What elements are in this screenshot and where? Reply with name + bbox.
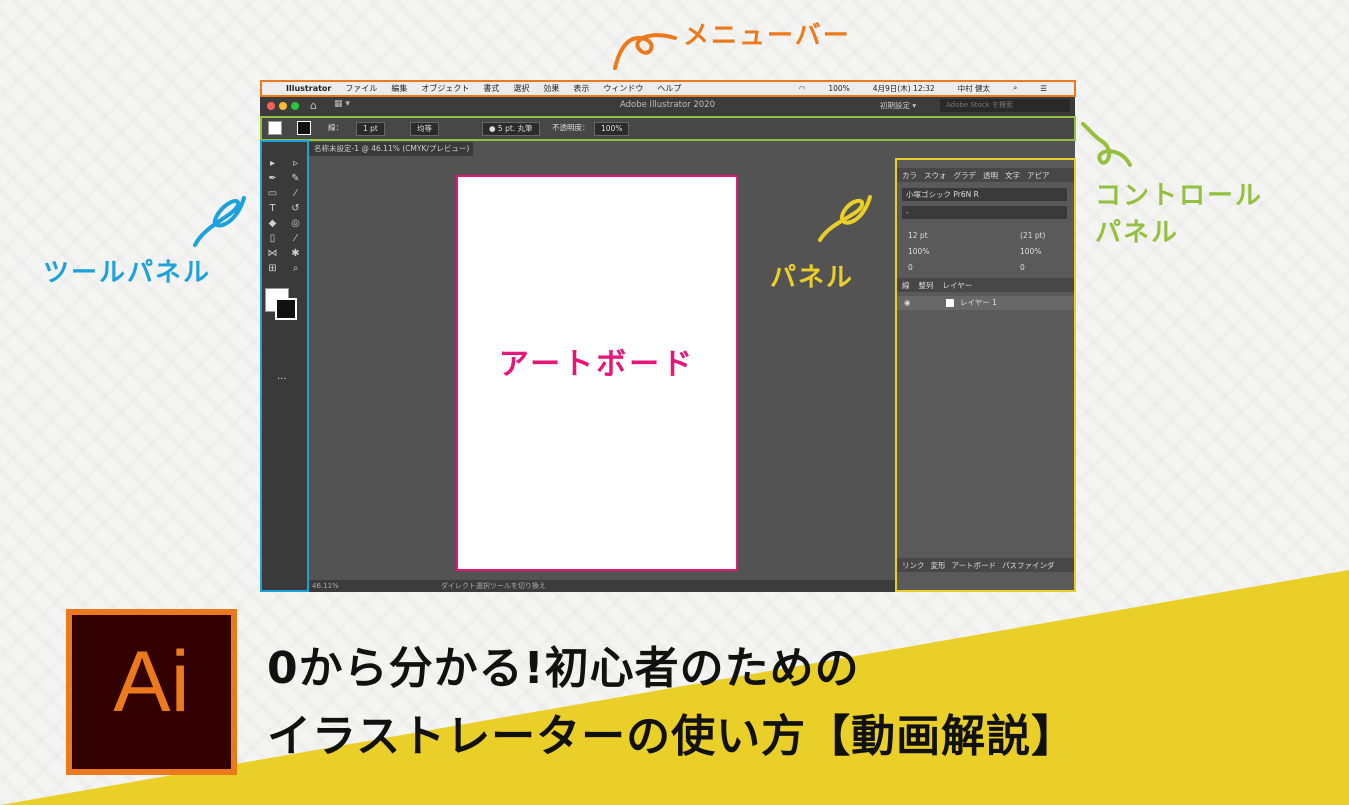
menu-item-type[interactable]: 書式	[483, 83, 499, 94]
status-bar: 46.11% ダイレクト選択ツールを切り換え	[308, 580, 896, 592]
artboard-tool-icon[interactable]: ⊞	[261, 261, 284, 276]
menu-bar: Illustrator ファイル 編集 オブジェクト 書式 選択 効果 表示 ウ…	[260, 80, 1075, 96]
line-style-select[interactable]: 均等	[410, 122, 439, 136]
rotate-tool-icon[interactable]: ↺	[284, 201, 307, 216]
horizontal-scale-field[interactable]: 100%	[1020, 246, 1041, 258]
selection-tool-icon[interactable]: ▸	[261, 156, 284, 171]
character-panel-tabs: カラ スウォ グラデ 透明 文字 アピア	[896, 168, 1074, 182]
shape-builder-tool-icon[interactable]: ◎	[284, 216, 307, 231]
panel-callout: パネル	[770, 263, 855, 293]
panels-dock: カラ スウォ グラデ 透明 文字 アピア 小塚ゴシック Pr6N R - 12 …	[896, 160, 1074, 592]
menu-item-file[interactable]: ファイル	[345, 83, 377, 94]
font-size-field[interactable]: 12 pt	[908, 230, 928, 242]
user-name[interactable]: 中村 健太	[958, 83, 990, 94]
headline-line2: イラストレーターの使い方【動画解説】	[267, 711, 1077, 762]
menu-item-object[interactable]: オブジェクト	[421, 83, 469, 94]
layers-panel-tabs: 線 整列 レイヤー	[896, 278, 1074, 292]
menu-app-name[interactable]: Illustrator	[286, 84, 331, 93]
leading-field[interactable]: (21 pt)	[1020, 230, 1045, 242]
pen-tool-icon[interactable]: ✒	[261, 171, 284, 186]
tab-pathfinder[interactable]: パスファインダ	[1002, 560, 1055, 571]
menu-item-edit[interactable]: 編集	[391, 83, 407, 94]
type-tool-icon[interactable]: T	[261, 201, 284, 216]
battery-percent: 100%	[828, 83, 850, 93]
tracking-field[interactable]: 0	[1020, 262, 1025, 274]
wifi-icon[interactable]: ◠	[799, 84, 806, 93]
brush-select[interactable]: ● 5 pt. 丸筆	[482, 122, 540, 136]
document-tab[interactable]: 名称未設定-1 @ 46.11% (CMYK/プレビュー)	[308, 142, 473, 156]
font-style-select[interactable]: -	[902, 206, 1067, 219]
rectangle-tool-icon[interactable]: ▭	[261, 186, 284, 201]
menu-item-select[interactable]: 選択	[513, 83, 529, 94]
menu-item-view[interactable]: 表示	[573, 83, 589, 94]
menu-item-effect[interactable]: 効果	[543, 83, 559, 94]
kerning-field[interactable]: 0	[908, 262, 913, 274]
status-tool-text: ダイレクト選択ツールを切り換え	[440, 582, 546, 590]
workspace-switcher[interactable]: 初期設定 ▾	[880, 100, 916, 111]
zoom-level[interactable]: 46.11%	[312, 582, 339, 590]
layer-thumbnail	[946, 299, 954, 307]
tab-links[interactable]: リンク	[902, 560, 925, 571]
tool-panel: ▸ ▹ ✒ ✎ ▭ ⁄ T ↺ ◆ ◎ ▯ ⁄ ⋈ ✱ ⊞ ⌕ ···	[261, 140, 307, 592]
curvature-tool-icon[interactable]: ✎	[284, 171, 307, 186]
tool-panel-callout: ツールパネル	[43, 258, 212, 288]
menu-bar-callout: メニューバー	[683, 21, 851, 51]
eyedropper-tool-icon[interactable]: ⁄	[284, 231, 307, 246]
tab-transparency[interactable]: 透明	[983, 170, 998, 181]
illustrator-logo-text: Ai	[113, 634, 190, 730]
eye-icon[interactable]: ◉	[904, 296, 911, 310]
stroke-color-box[interactable]	[275, 298, 297, 320]
illustrator-screenshot: Illustrator ファイル 編集 オブジェクト 書式 選択 効果 表示 ウ…	[260, 80, 1075, 592]
tab-gradient[interactable]: グラデ	[954, 170, 977, 181]
tab-align[interactable]: 整列	[919, 280, 934, 291]
font-family-select[interactable]: 小塚ゴシック Pr6N R	[902, 188, 1067, 201]
artboard-label: アートボード	[498, 347, 696, 382]
control-panel-callout-line1: コントロール	[1095, 181, 1264, 211]
gradient-tool-icon[interactable]: ▯	[261, 231, 284, 246]
tab-stroke[interactable]: 線	[902, 280, 910, 291]
title-bar: ⌂ ▦ ▾ Adobe Illustrator 2020 初期設定 ▾ Adob…	[260, 96, 1075, 116]
stroke-weight-field[interactable]: 1 pt	[356, 122, 385, 136]
fill-swatch[interactable]	[268, 121, 282, 135]
control-panel-callout-line2: パネル	[1095, 218, 1180, 248]
tab-appearance[interactable]: アピア	[1027, 170, 1050, 181]
tool-grid: ▸ ▹ ✒ ✎ ▭ ⁄ T ↺ ◆ ◎ ▯ ⁄ ⋈ ✱ ⊞ ⌕	[261, 156, 307, 276]
bottom-panel-tabs: リンク 変形 アートボード パスファインダ	[896, 558, 1074, 572]
list-icon[interactable]: ☰	[1040, 84, 1047, 93]
tab-swatches[interactable]: スウォ	[924, 170, 947, 181]
stroke-swatch[interactable]	[297, 121, 311, 135]
control-panel: 線： 1 pt 均等 ● 5 pt. 丸筆 不透明度： 100%	[260, 116, 1075, 140]
illustrator-logo: Ai	[66, 609, 237, 775]
vertical-scale-field[interactable]: 100%	[908, 246, 929, 258]
opacity-field[interactable]: 100%	[594, 122, 630, 136]
menu-status-area: ◠ 100% 4月9日(木) 12:32 中村 健太 ⌕ ☰	[799, 80, 1061, 96]
layer-name: レイヤー 1	[960, 298, 997, 307]
layer-row[interactable]: ◉ レイヤー 1	[896, 296, 1074, 310]
menu-item-window[interactable]: ウィンドウ	[603, 83, 643, 94]
symbol-sprayer-tool-icon[interactable]: ✱	[284, 246, 307, 261]
tab-transform[interactable]: 変形	[931, 560, 946, 571]
search-icon[interactable]: ⌕	[1013, 83, 1017, 93]
blend-tool-icon[interactable]: ⋈	[261, 246, 284, 261]
opacity-label: 不透明度：	[552, 123, 590, 132]
headline-line1: 0から分かる!初心者のための	[267, 643, 860, 694]
adobe-stock-search-input[interactable]: Adobe Stock を検索	[940, 99, 1070, 112]
zoom-tool-icon[interactable]: ⌕	[284, 261, 307, 276]
stroke-label: 線：	[328, 123, 343, 132]
eraser-tool-icon[interactable]: ◆	[261, 216, 284, 231]
direct-selection-tool-icon[interactable]: ▹	[284, 156, 307, 171]
paintbrush-tool-icon[interactable]: ⁄	[284, 186, 307, 201]
tab-artboards[interactable]: アートボード	[952, 560, 997, 571]
clock: 4月9日(木) 12:32	[872, 83, 935, 93]
tab-character[interactable]: 文字	[1005, 170, 1020, 181]
artboard[interactable]: アートボード	[456, 175, 738, 571]
tab-layers[interactable]: レイヤー	[943, 280, 973, 291]
more-tools-icon[interactable]: ···	[277, 374, 287, 385]
menu-item-help[interactable]: ヘルプ	[657, 83, 681, 94]
tab-color[interactable]: カラ	[902, 170, 917, 181]
